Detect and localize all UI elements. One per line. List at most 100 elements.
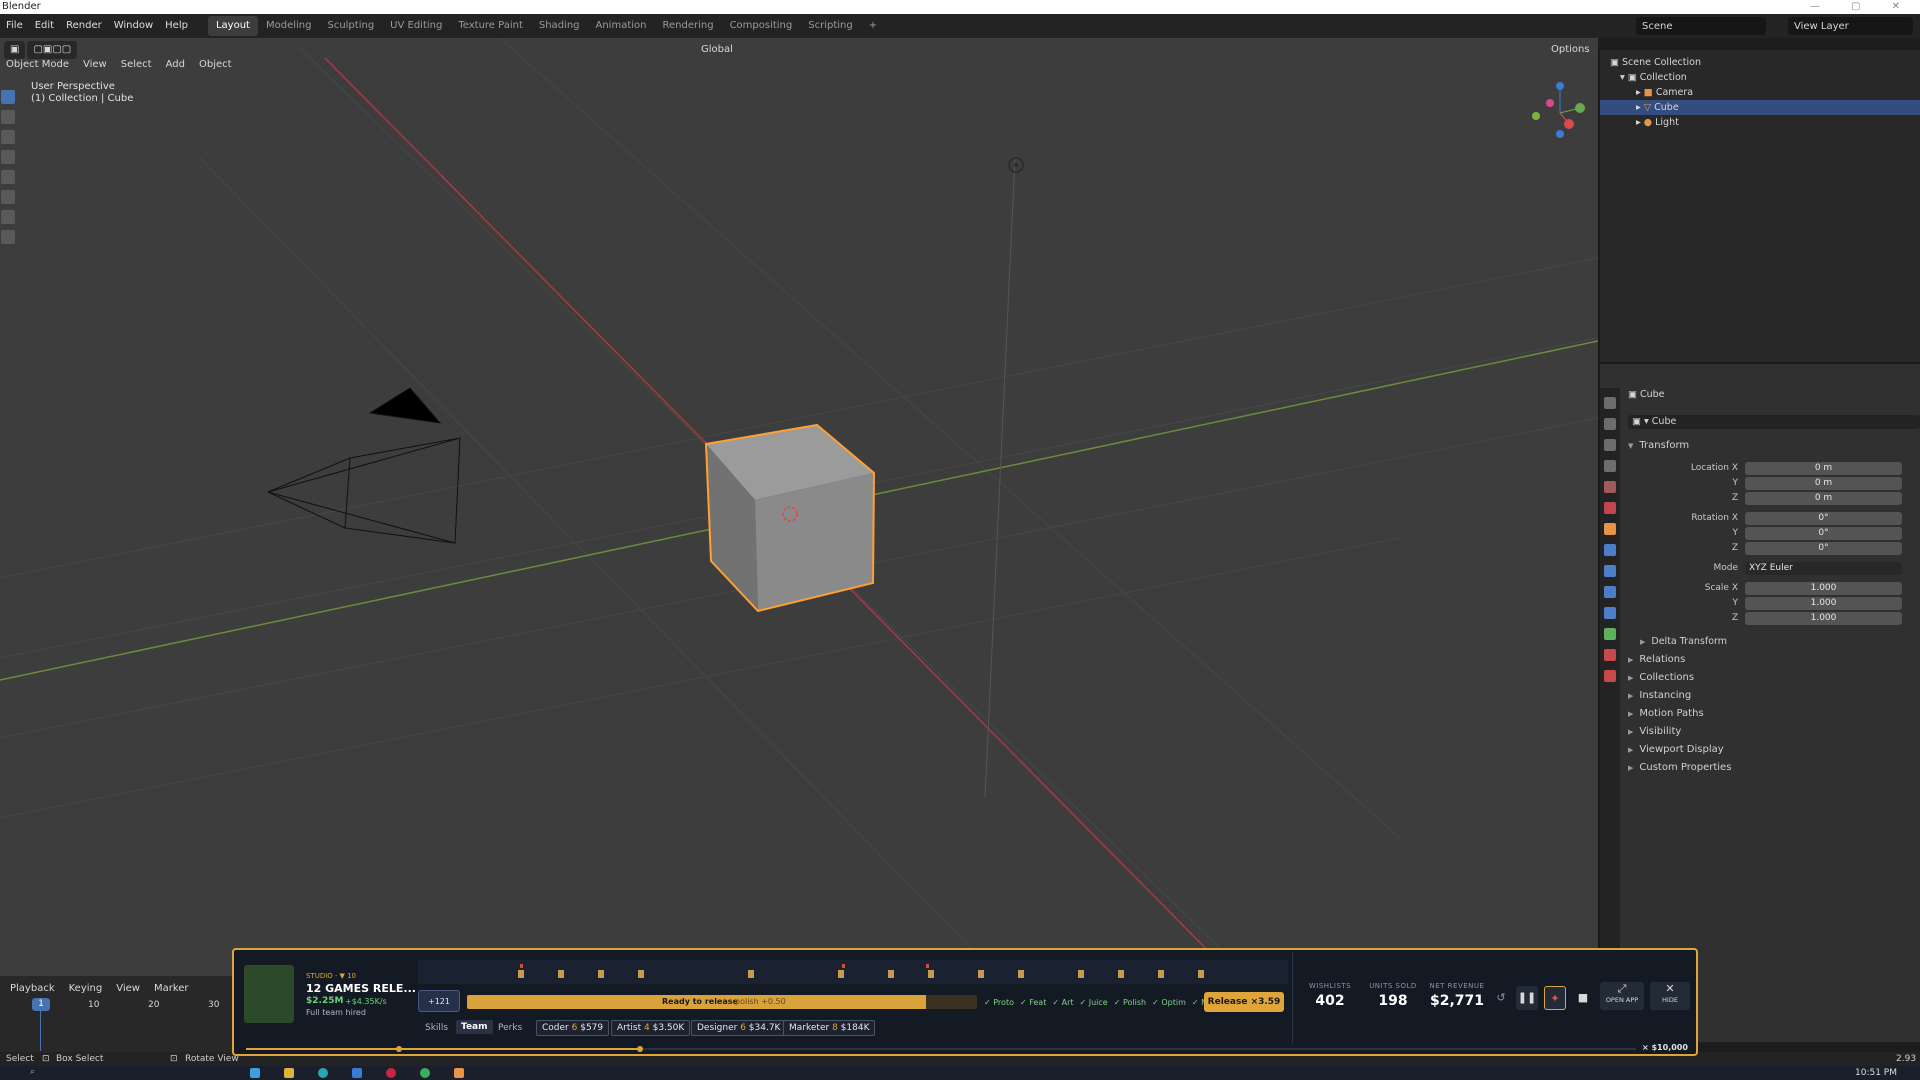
rocket-icon[interactable]: ✦ <box>1544 986 1566 1010</box>
tab-modeling[interactable]: Modeling <box>258 16 320 36</box>
location-x-field[interactable]: 0 m <box>1745 462 1902 475</box>
measure-tool-icon[interactable] <box>1 230 15 244</box>
viewport-menu-select[interactable]: Select <box>115 56 158 74</box>
tab-texture-paint[interactable]: Texture Paint <box>450 16 531 36</box>
transform-tool-icon[interactable] <box>1 190 15 204</box>
texture-tab-icon[interactable] <box>1604 670 1616 682</box>
orientation-dropdown[interactable]: Global <box>695 41 739 59</box>
world-tab-icon[interactable] <box>1604 502 1616 514</box>
outliner-collection[interactable]: ▾ ▣ Collection <box>1600 70 1920 85</box>
current-frame-indicator[interactable]: 1 <box>32 998 50 1011</box>
tab-shading[interactable]: Shading <box>531 16 588 36</box>
tab-sculpting[interactable]: Sculpting <box>319 16 382 36</box>
bonus-badge[interactable]: +121 <box>418 990 460 1012</box>
motion-paths-section[interactable]: ▶ Motion Paths <box>1628 708 1704 719</box>
employee-designer[interactable]: Designer 6 $34.7K <box>691 1020 787 1036</box>
stop-icon[interactable]: ■ <box>1572 986 1594 1010</box>
modifier-tab-icon[interactable] <box>1604 544 1616 556</box>
music-icon[interactable] <box>420 1068 430 1078</box>
tab-scripting[interactable]: Scripting <box>800 16 860 36</box>
open-app-button[interactable]: ⤢ OPEN APP <box>1600 982 1644 1010</box>
restart-icon[interactable]: ↺ <box>1490 986 1512 1010</box>
employee-coder[interactable]: Coder 6 $579 <box>536 1020 610 1036</box>
custom-properties-section[interactable]: ▶ Custom Properties <box>1628 762 1731 773</box>
3d-viewport[interactable] <box>0 38 1598 978</box>
outliner-scene-collection[interactable]: ▣ Scene Collection <box>1600 55 1920 70</box>
scene-selector[interactable]: Scene <box>1636 17 1766 35</box>
rotate-tool-icon[interactable] <box>1 150 15 164</box>
rotation-mode-dropdown[interactable]: XYZ Euler <box>1745 562 1902 575</box>
viewport-display-section[interactable]: ▶ Viewport Display <box>1628 744 1724 755</box>
light-object[interactable] <box>1008 157 1024 173</box>
rotation-z-field[interactable]: 0° <box>1745 542 1902 555</box>
browser-icon[interactable] <box>318 1068 328 1078</box>
timeline-menu-marker[interactable]: Marker <box>148 980 195 998</box>
employee-artist[interactable]: Artist 4 $3.50K <box>611 1020 691 1036</box>
viewport-menu-view[interactable]: View <box>77 56 113 74</box>
scale-z-field[interactable]: 1.000 <box>1745 612 1902 625</box>
cursor-tool-icon[interactable] <box>1 110 15 124</box>
pause-icon[interactable]: ❚❚ <box>1516 986 1538 1010</box>
tool-tab-icon[interactable] <box>1604 397 1616 409</box>
view-layer-tab-icon[interactable] <box>1604 460 1616 472</box>
constraints-tab-icon[interactable] <box>1604 607 1616 619</box>
folder-icon[interactable] <box>284 1068 294 1078</box>
delta-transform-section[interactable]: ▶ Delta Transform <box>1640 636 1727 647</box>
outliner-item-cube[interactable]: ▸ ▽ Cube <box>1600 100 1920 115</box>
physics-tab-icon[interactable] <box>1604 586 1616 598</box>
menu-edit[interactable]: Edit <box>29 14 60 38</box>
tab-layout[interactable]: Layout <box>207 16 258 36</box>
timeline-menu-playback[interactable]: Playback <box>4 980 61 998</box>
tab-team[interactable]: Team <box>456 1020 493 1034</box>
blender-icon[interactable] <box>454 1068 464 1078</box>
move-tool-icon[interactable] <box>1 130 15 144</box>
taskbar-apps[interactable] <box>250 1068 580 1078</box>
viewport-menu-add[interactable]: Add <box>160 56 191 74</box>
menu-help[interactable]: Help <box>159 14 194 38</box>
annotate-tool-icon[interactable] <box>1 210 15 224</box>
transform-section-header[interactable]: ▼ Transform <box>1628 440 1689 451</box>
navigation-gizmo[interactable] <box>1532 82 1585 138</box>
object-mode-dropdown[interactable]: Object Mode <box>0 56 75 74</box>
viewport-canvas[interactable] <box>0 38 1598 978</box>
options-dropdown[interactable]: Options <box>1545 41 1596 59</box>
relations-section[interactable]: ▶ Relations <box>1628 654 1685 665</box>
app-icon[interactable] <box>250 1068 260 1078</box>
employee-marketer[interactable]: Marketer 8 $184K <box>783 1020 876 1036</box>
tab-perks[interactable]: Perks <box>498 1023 522 1033</box>
rotation-y-field[interactable]: 0° <box>1745 527 1902 540</box>
editor-icon[interactable] <box>352 1068 362 1078</box>
tab-rendering[interactable]: Rendering <box>654 16 721 36</box>
viewport-menu-object[interactable]: Object <box>193 56 238 74</box>
location-y-field[interactable]: 0 m <box>1745 477 1902 490</box>
particles-tab-icon[interactable] <box>1604 565 1616 577</box>
instancing-section[interactable]: ▶ Instancing <box>1628 690 1691 701</box>
object-tab-icon[interactable] <box>1604 523 1616 535</box>
output-tab-icon[interactable] <box>1604 439 1616 451</box>
scale-y-field[interactable]: 1.000 <box>1745 597 1902 610</box>
object-name-field[interactable]: ▣ ▾ Cube <box>1628 415 1920 429</box>
search-icon[interactable]: ⌕ <box>30 1067 35 1077</box>
hide-button[interactable]: ✕ HIDE <box>1650 982 1690 1010</box>
scene-tab-icon[interactable] <box>1604 481 1616 493</box>
select-tool-icon[interactable] <box>1 90 15 104</box>
scale-tool-icon[interactable] <box>1 170 15 184</box>
rotation-x-field[interactable]: 0° <box>1745 512 1902 525</box>
media-icon[interactable] <box>386 1068 396 1078</box>
timeline-menu-keying[interactable]: Keying <box>63 980 109 998</box>
tab-uv-editing[interactable]: UV Editing <box>382 16 450 36</box>
scale-x-field[interactable]: 1.000 <box>1745 582 1902 595</box>
release-button[interactable]: Release ×3.59 <box>1204 992 1284 1012</box>
render-tab-icon[interactable] <box>1604 418 1616 430</box>
outliner-item-light[interactable]: ▸ ● Light <box>1600 115 1920 130</box>
outliner-item-camera[interactable]: ▸ ■ Camera <box>1600 85 1920 100</box>
window-controls[interactable]: — ▢ ✕ <box>1810 0 1914 14</box>
tab-compositing[interactable]: Compositing <box>722 16 801 36</box>
location-z-field[interactable]: 0 m <box>1745 492 1902 505</box>
menu-render[interactable]: Render <box>60 14 108 38</box>
data-tab-icon[interactable] <box>1604 628 1616 640</box>
add-workspace-button[interactable]: + <box>861 16 885 36</box>
menu-file[interactable]: File <box>0 14 29 38</box>
view-layer-selector[interactable]: View Layer <box>1788 17 1913 35</box>
tab-animation[interactable]: Animation <box>588 16 655 36</box>
